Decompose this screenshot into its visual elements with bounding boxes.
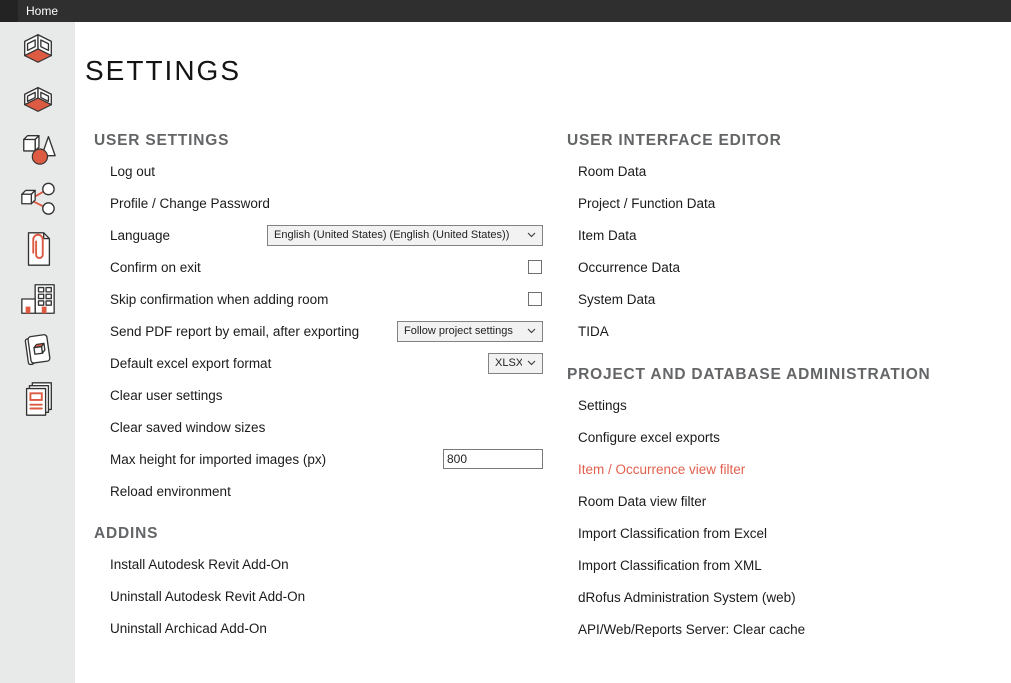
room-icon: [19, 30, 57, 68]
product-catalog-icon: [19, 330, 57, 368]
user-settings-heading: USER SETTINGS: [94, 126, 543, 155]
chevron-down-icon: [527, 232, 536, 238]
admin-settings-link[interactable]: Settings: [578, 398, 627, 413]
sidebar-item-products[interactable]: [16, 330, 60, 368]
top-menu-bar: Home: [0, 0, 1011, 22]
system-data-link[interactable]: System Data: [578, 292, 655, 307]
item-occurrence-view-filter-link[interactable]: Item / Occurrence view filter: [578, 462, 745, 477]
skip-confirmation-label: Skip confirmation when adding room: [110, 292, 328, 307]
page-title: SETTINGS: [85, 55, 241, 87]
import-classification-xml-link[interactable]: Import Classification from XML: [578, 558, 762, 573]
room-data-link[interactable]: Room Data: [578, 164, 646, 179]
profile-change-password-link[interactable]: Profile / Change Password: [110, 196, 270, 211]
clear-saved-window-sizes-link[interactable]: Clear saved window sizes: [110, 420, 265, 435]
left-column: USER SETTINGS Log out Profile / Change P…: [85, 126, 543, 644]
uninstall-revit-addon-link[interactable]: Uninstall Autodesk Revit Add-On: [110, 589, 305, 604]
main-content: SETTINGS USER SETTINGS Log out Profile /…: [75, 22, 1011, 683]
item-data-link[interactable]: Item Data: [578, 228, 637, 243]
sidebar-item-room-data[interactable]: [16, 30, 60, 68]
addins-heading: ADDINS: [94, 519, 543, 548]
room-data-view-filter-link[interactable]: Room Data view filter: [578, 494, 706, 509]
language-select[interactable]: English (United States) (English (United…: [267, 225, 543, 246]
building-icon: [19, 280, 57, 318]
confirm-on-exit-label: Confirm on exit: [110, 260, 201, 275]
skip-confirmation-checkbox[interactable]: [528, 292, 542, 306]
sidebar-item-attachments[interactable]: [16, 230, 60, 268]
confirm-on-exit-checkbox[interactable]: [528, 260, 542, 274]
default-excel-format-label: Default excel export format: [110, 356, 271, 371]
sidebar-item-functions[interactable]: [16, 80, 60, 118]
sidebar-item-items[interactable]: [16, 130, 60, 168]
admin-heading: PROJECT AND DATABASE ADMINISTRATION: [567, 360, 1003, 389]
occurrence-data-link[interactable]: Occurrence Data: [578, 260, 680, 275]
ui-editor-heading: USER INTERFACE EDITOR: [567, 126, 1003, 155]
max-height-input[interactable]: [443, 449, 543, 469]
chevron-down-icon: [527, 360, 536, 366]
systems-icon: [19, 180, 57, 218]
uninstall-archicad-addon-link[interactable]: Uninstall Archicad Add-On: [110, 621, 267, 636]
default-excel-format-select[interactable]: XLSX: [488, 353, 543, 374]
configure-excel-exports-link[interactable]: Configure excel exports: [578, 430, 720, 445]
home-menu-item[interactable]: Home: [20, 4, 64, 18]
function-room-icon: [19, 80, 57, 118]
clear-user-settings-link[interactable]: Clear user settings: [110, 388, 223, 403]
install-revit-addon-link[interactable]: Install Autodesk Revit Add-On: [110, 557, 289, 572]
project-function-data-link[interactable]: Project / Function Data: [578, 196, 715, 211]
items-icon: [19, 130, 57, 168]
topbar-corner: [0, 0, 18, 22]
clear-cache-link[interactable]: API/Web/Reports Server: Clear cache: [578, 622, 805, 637]
reports-icon: [19, 380, 57, 418]
sidebar-item-systems[interactable]: [16, 180, 60, 218]
max-height-label: Max height for imported images (px): [110, 452, 326, 467]
sidebar-item-buildings[interactable]: [16, 280, 60, 318]
import-classification-excel-link[interactable]: Import Classification from Excel: [578, 526, 767, 541]
sidebar-item-reports[interactable]: [16, 380, 60, 418]
log-out-link[interactable]: Log out: [110, 164, 155, 179]
chevron-down-icon: [527, 328, 536, 334]
sidebar: [0, 22, 75, 683]
attachment-icon: [19, 230, 57, 268]
tida-link[interactable]: TIDA: [578, 324, 609, 339]
send-pdf-report-label: Send PDF report by email, after exportin…: [110, 324, 359, 339]
right-column: USER INTERFACE EDITOR Room Data Project …: [567, 126, 1003, 645]
reload-environment-link[interactable]: Reload environment: [110, 484, 231, 499]
send-pdf-report-select[interactable]: Follow project settings: [397, 321, 543, 342]
drofus-admin-system-link[interactable]: dRofus Administration System (web): [578, 590, 796, 605]
language-label: Language: [110, 228, 170, 243]
